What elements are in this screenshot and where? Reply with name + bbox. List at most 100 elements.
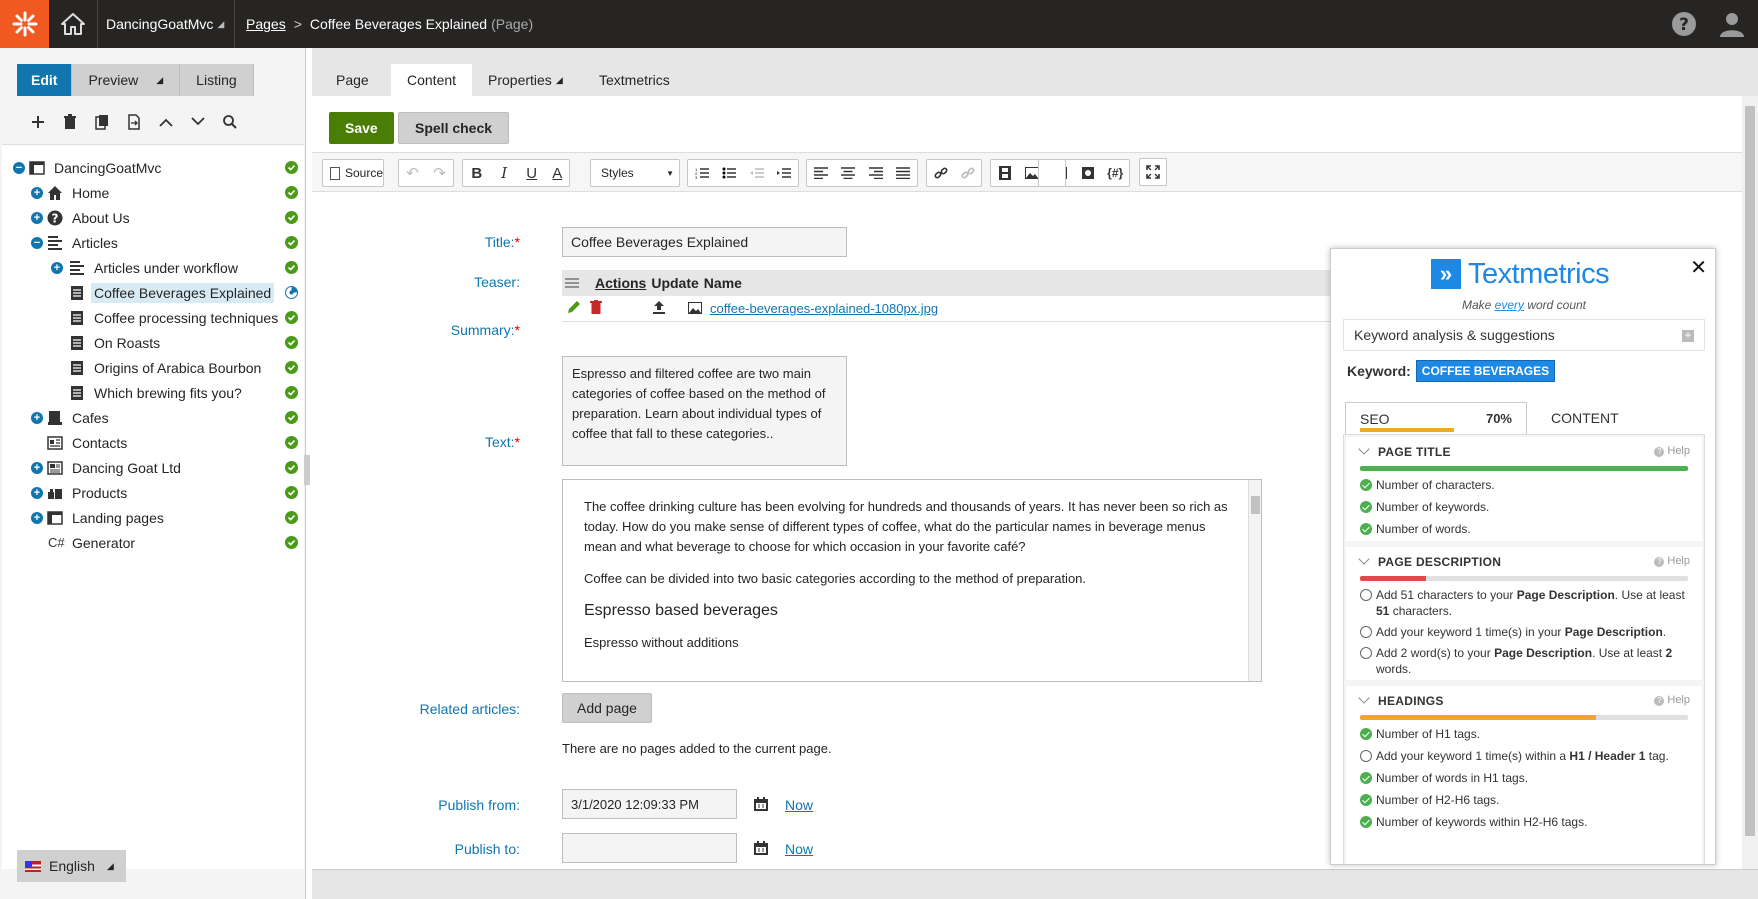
tab-content[interactable]: Content — [391, 64, 473, 96]
expand-icon[interactable]: + — [31, 486, 43, 499]
tree-node-about-us[interactable]: + ? About Us — [2, 205, 304, 230]
tab-textmetrics[interactable]: Textmetrics — [583, 64, 686, 96]
expand-icon[interactable]: + — [51, 261, 63, 274]
home-icon[interactable] — [49, 0, 98, 48]
expand-icon[interactable]: + — [31, 511, 43, 524]
rich-text-editor[interactable]: The coffee drinking culture has been evo… — [562, 479, 1262, 682]
maximize-button[interactable] — [1139, 158, 1167, 186]
move-up-icon[interactable] — [150, 110, 182, 134]
numbered-list-icon[interactable]: 123 — [688, 160, 716, 186]
breadcrumb-pages-link[interactable]: Pages — [246, 16, 286, 32]
redo-icon[interactable]: ↷ — [426, 160, 453, 186]
collapse-icon[interactable]: − — [31, 236, 43, 249]
mode-tab-listing[interactable]: Listing — [180, 64, 254, 96]
tab-properties[interactable]: Properties ◢ — [472, 64, 579, 96]
macro-icon[interactable]: {#} — [1101, 160, 1129, 186]
expand-icon[interactable]: + — [31, 411, 43, 424]
tree-node-home[interactable]: + Home — [2, 180, 304, 205]
widget-icon[interactable] — [1074, 160, 1102, 186]
help-link[interactable]: ? Help — [1654, 694, 1690, 706]
tree-node-landing-pages[interactable]: + Landing pages — [2, 505, 304, 530]
calendar-icon[interactable] — [753, 796, 769, 815]
tree-node-origins-of-arabica-bourbon[interactable]: Origins of Arabica Bourbon — [2, 355, 304, 380]
tree-node-which-brewing-fits-you[interactable]: Which brewing fits you? — [2, 380, 304, 405]
page-scrollbar[interactable] — [1742, 96, 1758, 869]
tree-node-cafes[interactable]: + Cafes — [2, 405, 304, 430]
publish-from-input[interactable]: 3/1/2020 12:09:33 PM — [562, 789, 737, 819]
tab-content-analysis[interactable]: CONTENT — [1543, 402, 1627, 434]
mode-tab-edit[interactable]: Edit — [17, 64, 73, 96]
spell-check-button[interactable]: Spell check — [398, 112, 510, 144]
media-icon[interactable] — [991, 160, 1019, 186]
publish-to-input[interactable] — [562, 833, 737, 863]
source-button[interactable]: Source — [322, 159, 384, 187]
expand-icon[interactable]: + — [31, 211, 43, 224]
text-color-icon[interactable]: A — [545, 160, 569, 186]
save-button[interactable]: Save — [329, 112, 394, 144]
help-icon[interactable]: ? — [1670, 10, 1698, 38]
teaser-file-link[interactable]: coffee-beverages-explained-1080px.jpg — [710, 301, 938, 316]
tree-node-contacts[interactable]: Contacts — [2, 430, 304, 455]
headings-heading[interactable]: HEADINGS — [1358, 692, 1444, 708]
help-link[interactable]: ? Help — [1654, 555, 1690, 567]
search-icon[interactable] — [214, 110, 246, 134]
underline-icon[interactable]: U — [518, 160, 545, 186]
collapse-icon[interactable]: − — [13, 161, 25, 174]
delete-icon[interactable] — [54, 110, 86, 134]
indent-icon[interactable] — [771, 160, 799, 186]
expand-icon[interactable]: + — [31, 461, 43, 474]
tree-node-articles-under-workflow[interactable]: + Articles under workflow — [2, 255, 304, 280]
outdent-icon[interactable] — [743, 160, 771, 186]
tree-node-coffee-processing-techniques[interactable]: Coffee processing techniques — [2, 305, 304, 330]
move-down-icon[interactable] — [182, 110, 214, 134]
page-description-heading[interactable]: PAGE DESCRIPTION — [1358, 553, 1501, 569]
tree-node-on-roasts[interactable]: On Roasts — [2, 330, 304, 355]
menu-icon[interactable] — [565, 275, 587, 291]
align-center-icon[interactable] — [835, 160, 863, 186]
italic-icon[interactable]: I — [490, 160, 517, 186]
tree-node-dancing-goat-ltd[interactable]: + Dancing Goat Ltd — [2, 455, 304, 480]
tab-seo[interactable]: SEO 70% — [1345, 402, 1527, 434]
user-avatar-icon[interactable] — [1718, 10, 1746, 38]
tree-node-coffee-beverages-explained[interactable]: Coffee Beverages Explained — [2, 280, 304, 305]
keyword-analysis-section[interactable]: Keyword analysis & suggestions + — [1343, 319, 1705, 351]
tree-node-generator[interactable]: C# Generator — [2, 530, 304, 555]
close-icon[interactable]: ✕ — [1690, 255, 1707, 280]
keyword-chip[interactable]: COFFEE BEVERAGES — [1415, 360, 1556, 382]
tree-node-articles[interactable]: − Articles — [2, 230, 304, 255]
site-selector[interactable]: DancingGoatMvc ◢ — [98, 0, 236, 48]
page-title-heading[interactable]: PAGE TITLE — [1358, 443, 1451, 459]
add-page-icon[interactable] — [22, 110, 54, 134]
bold-icon[interactable]: B — [463, 160, 490, 186]
mode-tab-preview[interactable]: Preview ◢ — [72, 64, 181, 96]
unlink-icon[interactable] — [954, 160, 981, 186]
publish-from-now-link[interactable]: Now — [785, 797, 813, 813]
align-right-icon[interactable] — [862, 160, 890, 186]
publish-to-now-link[interactable]: Now — [785, 841, 813, 857]
editor-scrollbar[interactable] — [1248, 480, 1261, 681]
expand-plus-icon[interactable]: + — [1682, 329, 1694, 342]
help-link[interactable]: ? Help — [1654, 445, 1690, 457]
bullet-list-icon[interactable] — [716, 160, 744, 186]
panel-splitter[interactable] — [304, 455, 310, 485]
scrollbar-thumb[interactable] — [1251, 496, 1260, 514]
language-selector[interactable]: English ◢ — [17, 850, 126, 882]
move-icon[interactable] — [118, 110, 150, 134]
copy-icon[interactable] — [86, 110, 118, 134]
teaser-col-actions[interactable]: Actions — [595, 275, 646, 291]
summary-textarea[interactable]: Espresso and filtered coffee are two mai… — [562, 356, 847, 466]
tab-page[interactable]: Page — [320, 64, 385, 96]
upload-icon[interactable] — [652, 300, 666, 317]
tree-node-products[interactable]: + Products — [2, 480, 304, 505]
edit-pencil-icon[interactable] — [567, 300, 581, 317]
tree-node-root[interactable]: − DancingGoatMvc — [2, 155, 304, 180]
styles-dropdown[interactable]: Styles ▼ — [590, 159, 680, 187]
justify-icon[interactable] — [890, 160, 918, 186]
scrollbar-thumb[interactable] — [1745, 106, 1755, 836]
calendar-icon[interactable] — [753, 840, 769, 859]
link-icon[interactable] — [927, 160, 954, 186]
undo-icon[interactable]: ↶ — [399, 160, 426, 186]
delete-icon[interactable] — [590, 300, 602, 317]
add-page-button[interactable]: Add page — [562, 693, 652, 723]
expand-icon[interactable]: + — [31, 186, 43, 199]
